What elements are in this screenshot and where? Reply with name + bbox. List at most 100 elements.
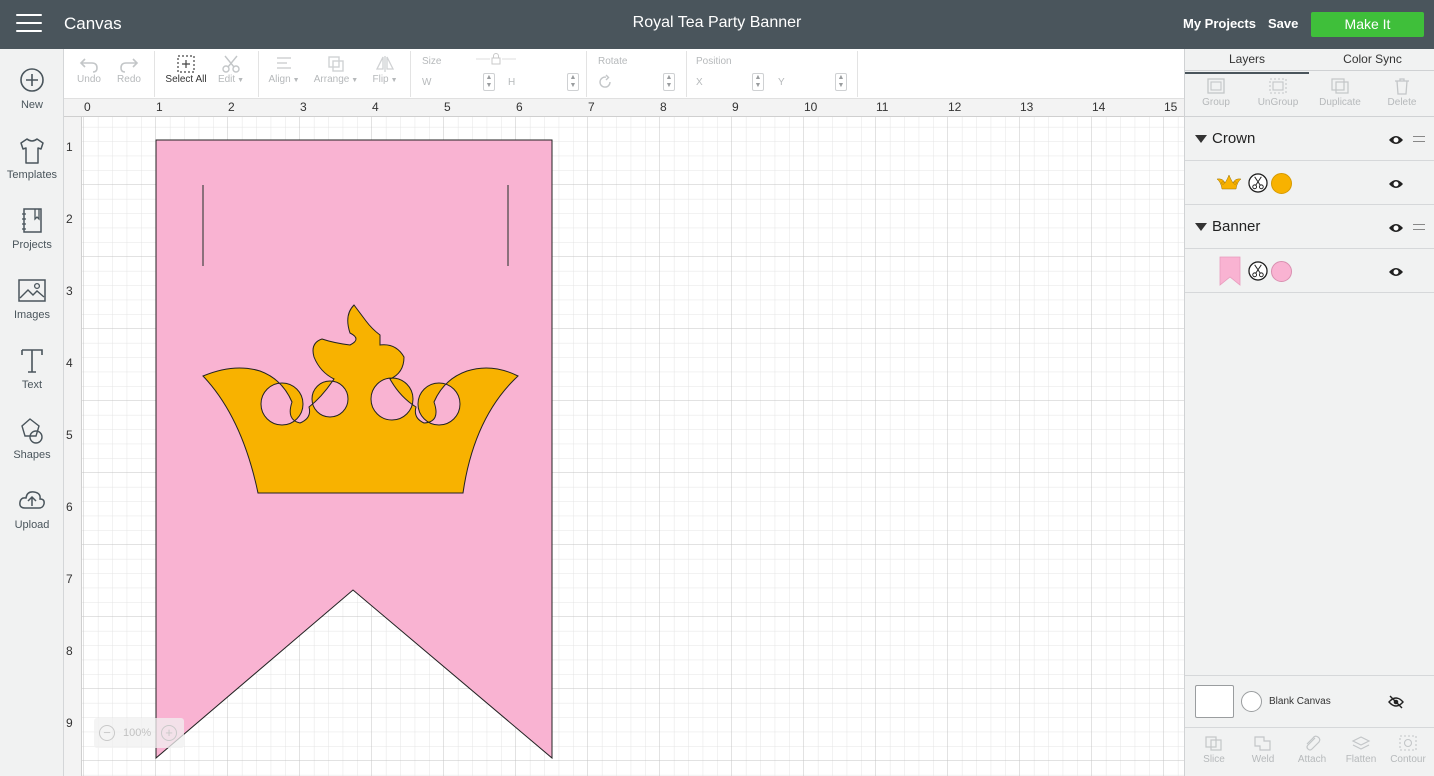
x-position-input[interactable]	[708, 73, 750, 91]
ruler-tick-label: 14	[1092, 100, 1106, 114]
my-projects-link[interactable]: My Projects	[1183, 16, 1256, 31]
shapes-icon	[21, 418, 43, 444]
eye-icon[interactable]	[1388, 266, 1404, 278]
group-button[interactable]: Group	[1185, 77, 1247, 108]
sidebar-item-shapes[interactable]: Shapes	[0, 416, 64, 476]
edit-button[interactable]: Edit ▼	[214, 54, 248, 85]
position-label: Position	[696, 56, 732, 67]
sidebar-item-new[interactable]: New	[0, 66, 64, 126]
weld-icon	[1254, 736, 1271, 751]
edit-toolbar: Undo Redo Select All Edit ▼ Align ▼ Arra…	[64, 49, 1184, 99]
collapse-triangle-icon[interactable]	[1195, 135, 1207, 143]
height-input[interactable]	[520, 73, 565, 91]
slice-label: Slice	[1203, 754, 1225, 765]
layers-panel: Layers Color Sync Group UnGroup Duplicat…	[1184, 49, 1434, 776]
canvas-color-circle[interactable]	[1241, 691, 1262, 712]
layer-group-name: Banner	[1212, 218, 1261, 235]
height-stepper[interactable]: ▲ ▼	[567, 73, 579, 91]
left-sidebar: New Templates Projects Images Text Shape…	[0, 49, 64, 776]
group-label: Group	[1202, 97, 1230, 108]
weld-label: Weld	[1251, 754, 1275, 765]
weld-button[interactable]: Weld	[1238, 734, 1288, 765]
sidebar-item-projects[interactable]: Projects	[0, 206, 64, 266]
collapse-triangle-icon[interactable]	[1195, 223, 1207, 231]
ruler-tick-label: 12	[948, 100, 962, 114]
duplicate-button[interactable]: Duplicate	[1309, 77, 1371, 108]
ruler-tick-label: 7	[66, 572, 73, 586]
image-icon	[18, 279, 46, 302]
width-label: W	[422, 77, 432, 88]
ungroup-icon	[1269, 78, 1287, 94]
drag-handle-icon[interactable]	[1413, 224, 1425, 230]
zoom-control: − 100% +	[94, 718, 184, 748]
flip-icon	[375, 56, 395, 72]
flatten-button[interactable]: Flatten	[1336, 734, 1386, 765]
y-position-stepper[interactable]: ▲ ▼	[835, 73, 847, 91]
design-canvas[interactable]	[82, 117, 1184, 776]
layer-group-crown[interactable]: Crown	[1185, 117, 1434, 161]
ruler-tick-label: 9	[66, 716, 73, 730]
sidebar-item-text[interactable]: Text	[0, 346, 64, 406]
lock-icon[interactable]	[476, 53, 516, 65]
eye-hidden-icon[interactable]	[1388, 695, 1404, 709]
canvas-color-swatch[interactable]	[1195, 685, 1234, 718]
layer-color-swatch[interactable]	[1271, 261, 1292, 282]
rotate-stepper[interactable]: ▲ ▼	[663, 73, 675, 91]
x-position-stepper[interactable]: ▲ ▼	[752, 73, 764, 91]
sidebar-item-label: Shapes	[13, 449, 51, 461]
redo-label: Redo	[117, 74, 141, 85]
rotate-input[interactable]	[616, 73, 662, 91]
ungroup-button[interactable]: UnGroup	[1247, 77, 1309, 108]
ruler-tick-label: 0	[84, 100, 91, 114]
select-all-button[interactable]: Select All	[162, 54, 210, 85]
sidebar-item-label: Upload	[14, 519, 50, 531]
eye-icon[interactable]	[1388, 134, 1404, 146]
ungroup-label: UnGroup	[1257, 97, 1299, 108]
hamburger-menu-icon[interactable]	[16, 14, 42, 34]
top-ruler: 0 1 2 3 4 5 6 7 8 9 10 11 12 13 14 15	[64, 99, 1184, 117]
rotate-icon	[599, 74, 611, 88]
arrange-button[interactable]: Arrange ▼	[310, 54, 362, 85]
eye-icon[interactable]	[1388, 178, 1404, 190]
attach-label: Attach	[1297, 754, 1327, 765]
layer-item-banner[interactable]	[1185, 249, 1434, 293]
undo-label: Undo	[77, 74, 101, 85]
ruler-tick-label: 2	[66, 212, 73, 226]
sidebar-item-images[interactable]: Images	[0, 276, 64, 336]
flip-button[interactable]: Flip ▼	[368, 54, 402, 85]
drag-handle-icon[interactable]	[1413, 136, 1425, 142]
sidebar-item-label: Templates	[6, 169, 58, 181]
slice-button[interactable]: Slice	[1189, 734, 1239, 765]
ruler-tick-label: 15	[1164, 100, 1178, 114]
delete-button[interactable]: Delete	[1371, 77, 1433, 108]
ruler-tick-label: 6	[516, 100, 523, 114]
save-button[interactable]: Save	[1268, 16, 1298, 31]
tshirt-icon	[20, 138, 44, 164]
layer-group-banner[interactable]: Banner	[1185, 205, 1434, 249]
cut-operation-icon[interactable]	[1248, 261, 1268, 281]
zoom-in-button[interactable]: +	[161, 725, 177, 741]
y-position-input[interactable]	[790, 73, 834, 91]
zoom-level: 100%	[123, 727, 152, 739]
layer-color-swatch[interactable]	[1271, 173, 1292, 194]
redo-button[interactable]: Redo	[114, 54, 144, 85]
make-it-button[interactable]: Make It	[1311, 12, 1424, 37]
width-stepper[interactable]: ▲ ▼	[483, 73, 495, 91]
flatten-label: Flatten	[1345, 754, 1377, 765]
layer-item-crown[interactable]	[1185, 161, 1434, 205]
zoom-out-button[interactable]: −	[99, 725, 115, 741]
blank-canvas-row[interactable]: Blank Canvas	[1185, 675, 1434, 727]
width-input[interactable]	[434, 73, 484, 91]
ruler-tick-label: 5	[444, 100, 451, 114]
contour-button[interactable]: Contour	[1383, 734, 1433, 765]
sidebar-item-upload[interactable]: Upload	[0, 486, 64, 546]
trash-icon	[1395, 78, 1409, 95]
cut-operation-icon[interactable]	[1248, 173, 1268, 193]
sidebar-item-templates[interactable]: Templates	[0, 136, 64, 196]
align-button[interactable]: Align ▼	[264, 54, 304, 85]
eye-icon[interactable]	[1388, 222, 1404, 234]
arrange-label: Arrange	[313, 74, 350, 85]
attach-button[interactable]: Attach	[1287, 734, 1337, 765]
top-bar: Canvas Royal Tea Party Banner My Project…	[0, 0, 1434, 49]
undo-button[interactable]: Undo	[74, 54, 104, 85]
